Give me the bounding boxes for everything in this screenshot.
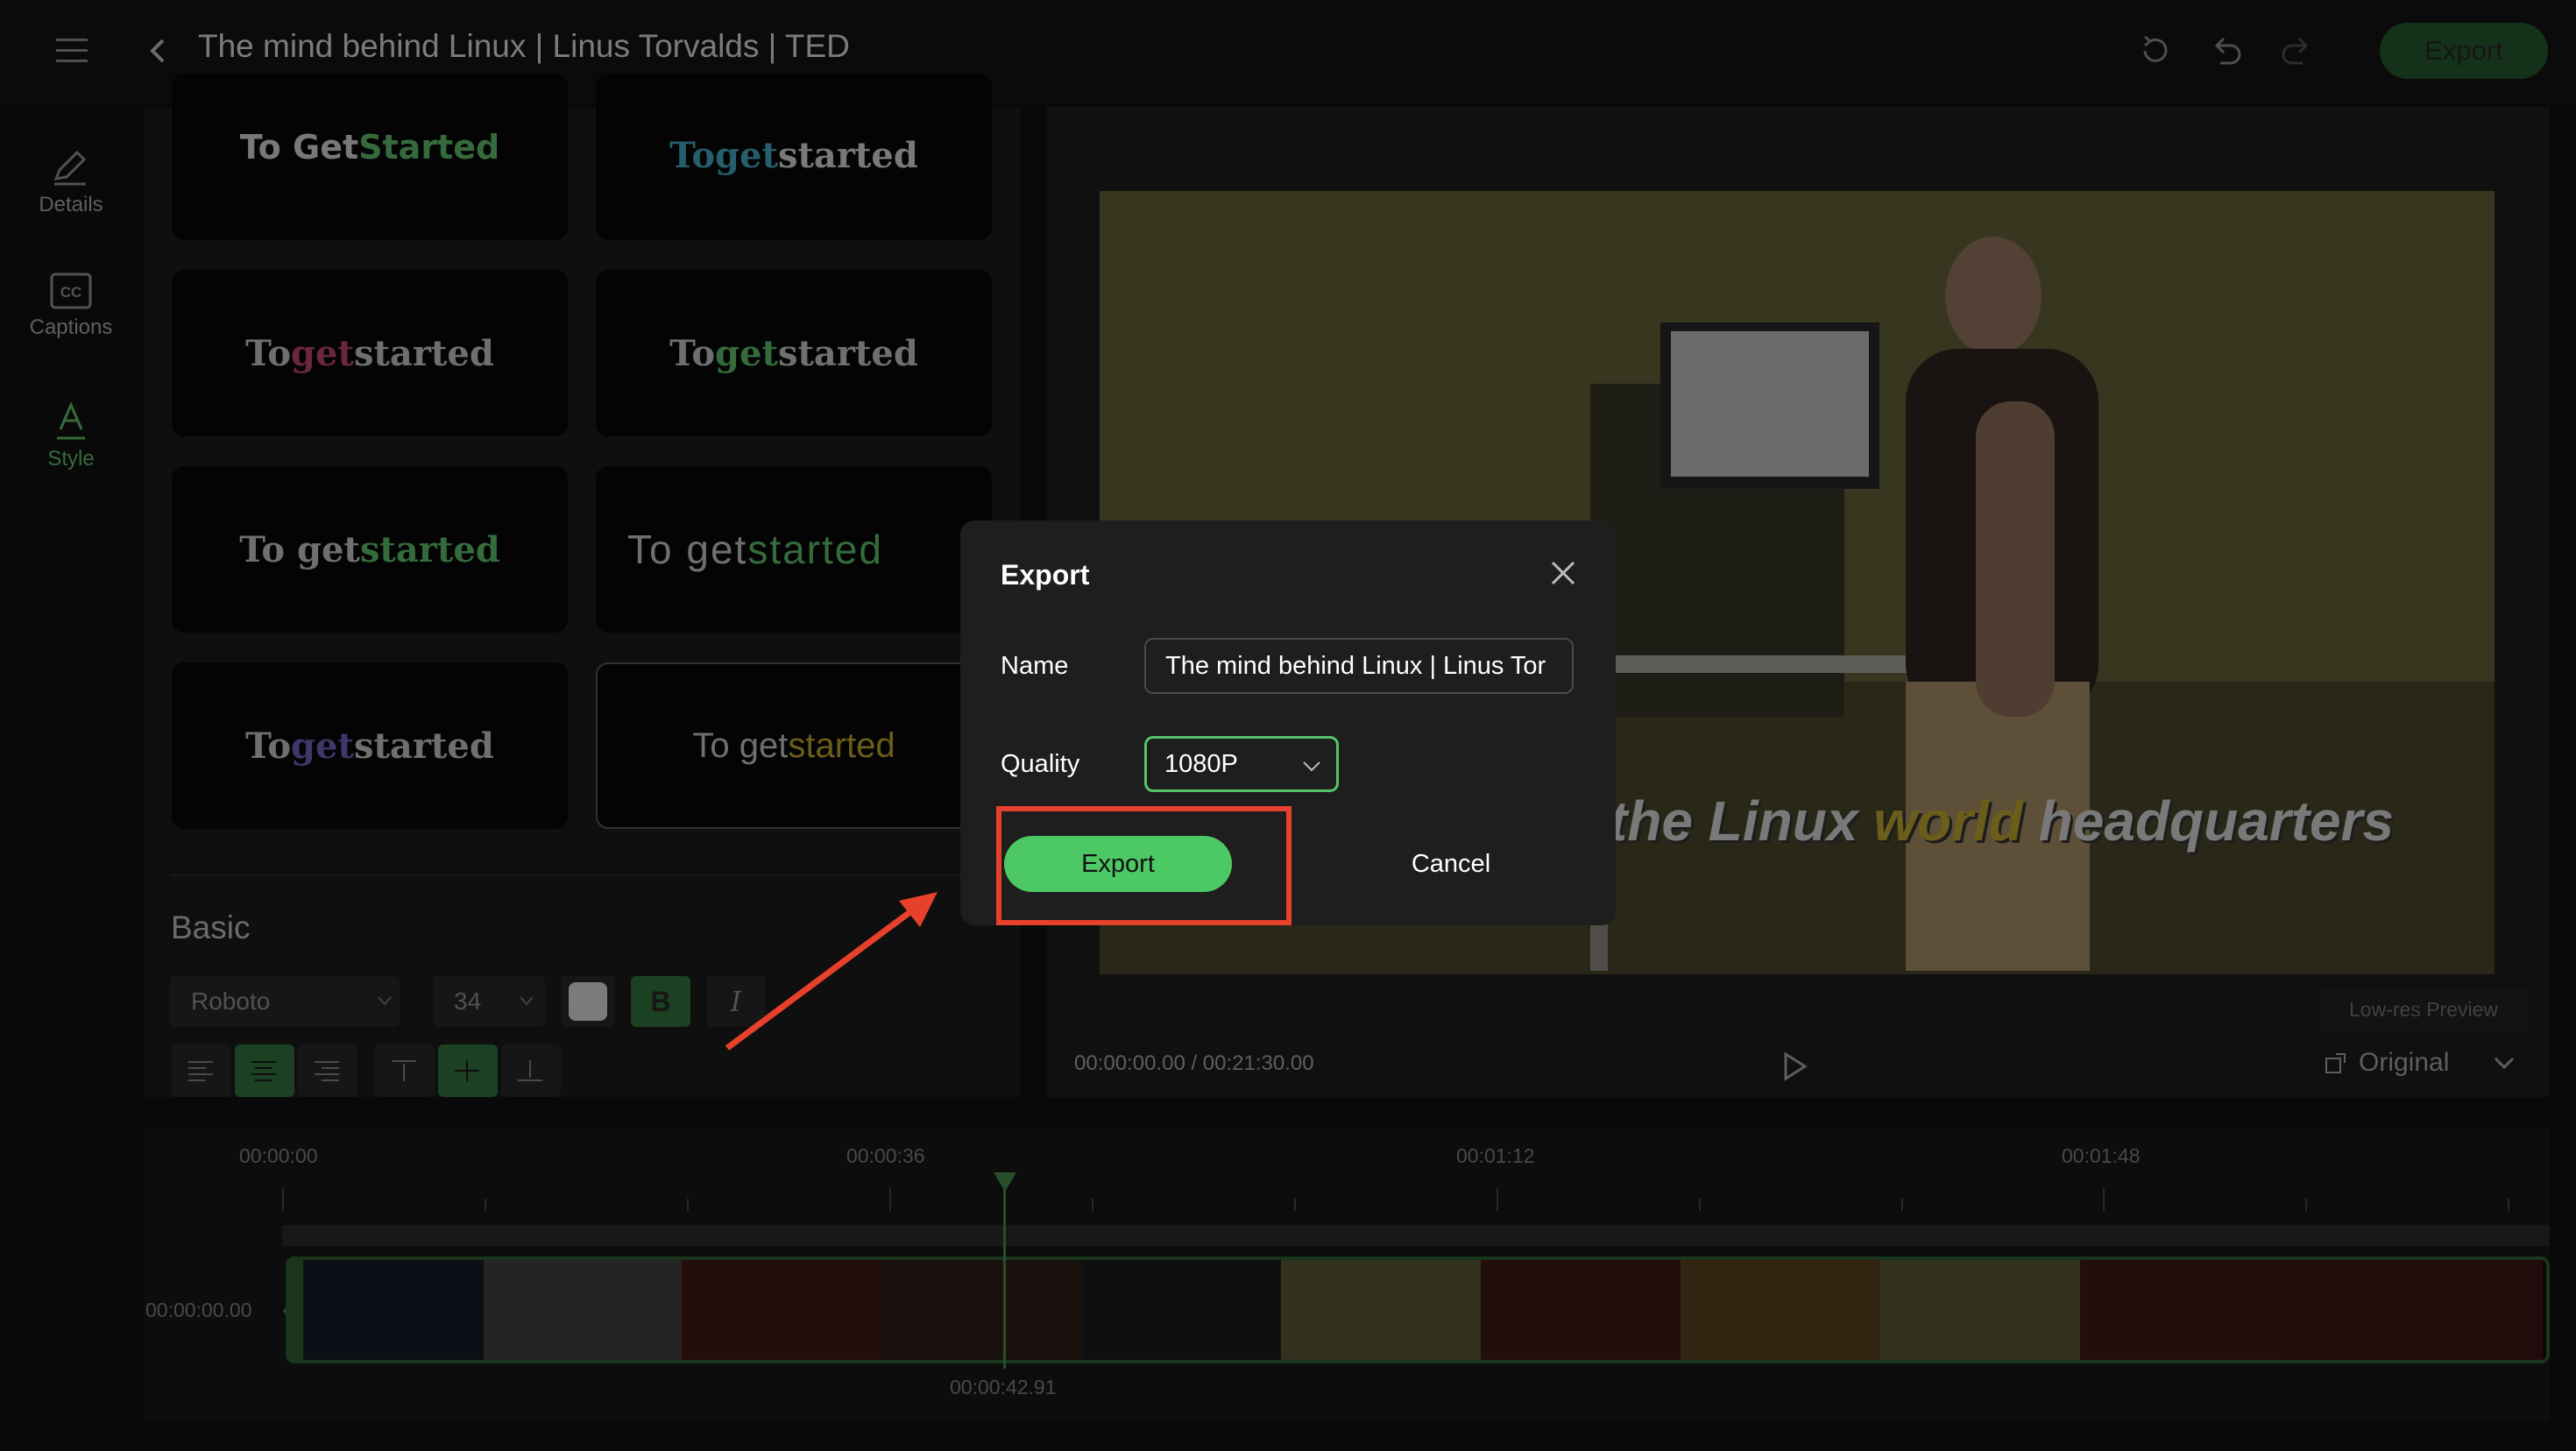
- name-input[interactable]: The mind behind Linux | Linus Tor: [1144, 638, 1574, 694]
- quality-label: Quality: [1001, 750, 1080, 778]
- name-label: Name: [1001, 652, 1069, 680]
- dialog-title: Export: [1001, 559, 1090, 591]
- annotation-highlight-box: [996, 806, 1292, 925]
- quality-select[interactable]: 1080P: [1144, 736, 1339, 792]
- dialog-cancel-button[interactable]: Cancel: [1363, 836, 1539, 892]
- quality-value: 1080P: [1164, 749, 1238, 778]
- chevron-down-icon: [1303, 761, 1320, 772]
- annotation-arrow-icon: [725, 892, 938, 1051]
- close-icon[interactable]: [1546, 556, 1581, 591]
